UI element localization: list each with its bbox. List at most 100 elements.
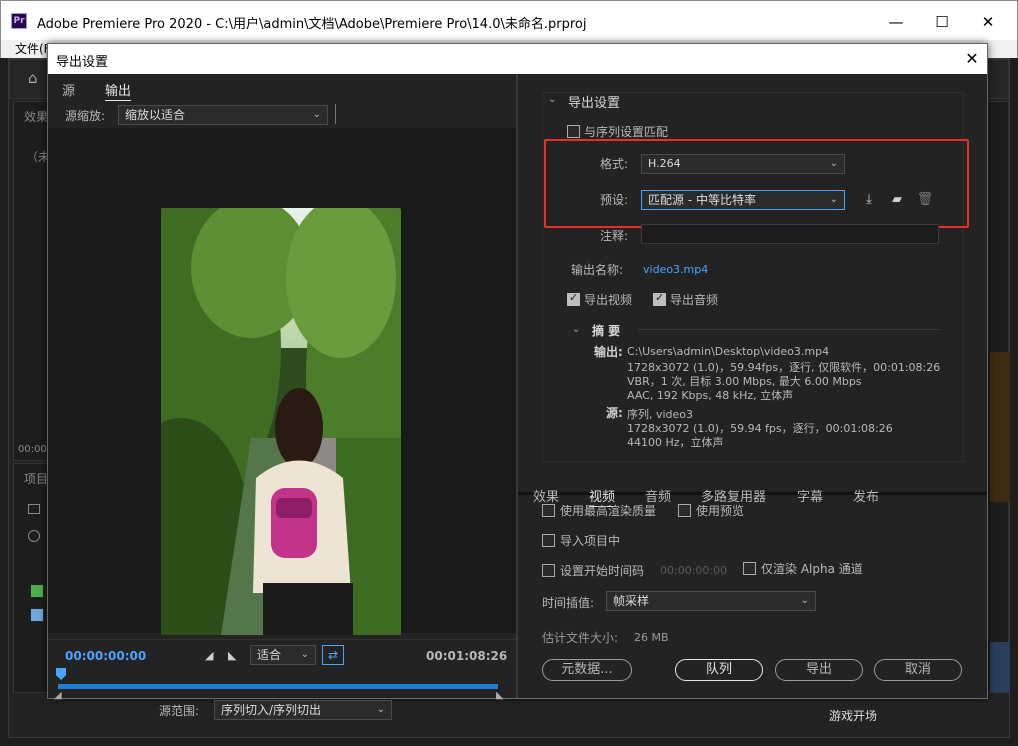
cancel-button[interactable]: 取消 xyxy=(874,659,962,681)
start-timecode-value: 00:00:00:00 xyxy=(660,564,728,577)
export-button[interactable]: 导出 xyxy=(775,659,863,681)
export-settings-dialog: 导出设置 ✕ 源 输出 源缩放: 缩放以适合 ⌄ 00:00:00:00 ◢ ◣… xyxy=(47,43,988,720)
save-preset-icon[interactable]: ⤓ xyxy=(860,191,878,209)
source-range-label: 源范围: xyxy=(159,704,200,718)
match-sequence-checkbox[interactable] xyxy=(567,125,580,138)
export-video-checkbox[interactable] xyxy=(567,291,580,306)
chevron-down-icon[interactable]: ⌄ xyxy=(572,324,580,335)
chevron-down-icon: ⌄ xyxy=(829,158,838,169)
time-interpolation-label: 时间插值: xyxy=(542,596,595,610)
import-into-project-label: 导入项目中 xyxy=(560,534,621,548)
project-panel: 项目 xyxy=(13,463,49,693)
tab-output[interactable]: 输出 xyxy=(105,80,132,101)
playhead-icon[interactable] xyxy=(56,668,66,680)
import-into-project-checkbox[interactable] xyxy=(542,534,555,547)
preset-label: 预设: xyxy=(600,193,629,207)
export-audio-label: 导出音频 xyxy=(670,293,719,307)
output-name-label: 输出名称: xyxy=(571,263,624,277)
chevron-down-icon: ⌄ xyxy=(300,649,309,660)
render-alpha-only-checkbox[interactable] xyxy=(743,562,756,575)
search-icon[interactable] xyxy=(28,530,40,542)
export-audio-checkbox[interactable] xyxy=(653,291,666,306)
import-preset-icon[interactable]: ▰ xyxy=(888,191,906,209)
preset-value: 匹配源 - 中等比特率 xyxy=(648,193,756,207)
time-interpolation-value: 帧采样 xyxy=(613,594,650,608)
bg-clip-name: 游戏开场 xyxy=(829,709,878,723)
chevron-down-icon[interactable]: ⌄ xyxy=(548,94,556,105)
tab-publish[interactable]: 发布 xyxy=(853,486,879,505)
settings-panel: ⌄ 导出设置 与序列设置匹配 格式: H.264 ⌄ 预设: 匹配源 - 中等比… xyxy=(518,74,987,698)
clip-color-green[interactable] xyxy=(30,584,44,598)
source-scale-dropdown[interactable]: 缩放以适合 ⌄ xyxy=(118,105,328,125)
match-sequence-label: 与序列设置匹配 xyxy=(584,125,669,139)
project-panel-label: 项目 xyxy=(24,472,49,486)
app-titlebar: Pr Adobe Premiere Pro 2020 - C:\用户\admin… xyxy=(0,0,1018,40)
folder-icon[interactable] xyxy=(28,504,40,514)
output-name-link[interactable]: video3.mp4 xyxy=(643,263,708,276)
comments-label: 注释: xyxy=(600,229,629,243)
set-in-point-icon[interactable]: ◢ xyxy=(205,649,213,662)
use-previews-label: 使用预览 xyxy=(696,504,745,518)
tab-effects[interactable]: 效果 xyxy=(533,486,559,505)
delete-preset-icon[interactable]: 🗑 xyxy=(916,191,934,209)
maximize-button[interactable]: ☐ xyxy=(919,9,965,35)
summary-output-label: 输出: xyxy=(594,345,623,359)
clip-color-blue[interactable] xyxy=(30,608,44,622)
source-range-value: 序列切入/序列切出 xyxy=(221,703,322,717)
export-video-label: 导出视频 xyxy=(584,293,633,307)
chevron-down-icon: ⌄ xyxy=(829,194,838,205)
in-marker-icon[interactable]: ◢ xyxy=(54,690,62,701)
max-render-quality-checkbox[interactable] xyxy=(542,504,555,517)
minimize-button[interactable]: — xyxy=(873,9,919,35)
preview-panel: 源 输出 源缩放: 缩放以适合 ⌄ 00:00:00:00 ◢ ◣ 适合 ⌄ ⇄… xyxy=(48,74,516,720)
summary-source-line: 44100 Hz，立体声 xyxy=(627,436,724,449)
dialog-title: 导出设置 xyxy=(56,55,109,70)
bg-timecode: 00:00: xyxy=(18,444,51,455)
scrub-bar[interactable] xyxy=(58,684,498,689)
estimated-size-value: 26 MB xyxy=(634,631,669,644)
premiere-logo-icon: Pr xyxy=(11,13,27,29)
format-dropdown[interactable]: H.264 ⌄ xyxy=(641,154,845,174)
set-out-point-icon[interactable]: ◣ xyxy=(228,649,236,662)
divider xyxy=(335,104,336,124)
source-scale-label: 源缩放: xyxy=(65,109,106,123)
summary-source-label: 源: xyxy=(606,406,623,420)
app-title: Adobe Premiere Pro 2020 - C:\用户\admin\文档… xyxy=(37,17,587,32)
home-icon[interactable]: ⌂ xyxy=(28,70,44,86)
queue-button[interactable]: 队列 xyxy=(675,659,763,681)
chevron-down-icon: ⌄ xyxy=(312,109,321,120)
video-preview-area xyxy=(48,128,516,635)
fit-dropdown[interactable]: 适合 ⌄ xyxy=(250,645,316,665)
source-scale-value: 缩放以适合 xyxy=(125,108,186,122)
summary-output-line: AAC, 192 Kbps, 48 kHz, 立体声 xyxy=(627,389,794,402)
set-start-timecode-label: 设置开始时间码 xyxy=(560,564,645,578)
section-title: 导出设置 xyxy=(568,96,621,111)
max-render-quality-label: 使用最高渲染质量 xyxy=(560,504,657,518)
chevron-down-icon: ⌄ xyxy=(800,595,809,606)
highlight-box xyxy=(544,139,969,228)
metadata-button[interactable]: 元数据... xyxy=(542,659,632,681)
thumbnail-strip-2 xyxy=(990,642,1010,692)
close-button[interactable]: ✕ xyxy=(965,9,1011,35)
tab-source[interactable]: 源 xyxy=(62,80,75,99)
aspect-toggle-icon[interactable]: ⇄ xyxy=(322,645,344,665)
effects-panel-label: 效果 xyxy=(24,110,49,124)
tab-captions[interactable]: 字幕 xyxy=(797,486,823,505)
effects-panel: 效果 （未 00:00: xyxy=(13,101,51,461)
time-interpolation-dropdown[interactable]: 帧采样 ⌄ xyxy=(606,591,816,611)
fit-value: 适合 xyxy=(257,648,282,662)
dialog-titlebar: 导出设置 ✕ xyxy=(48,44,987,74)
timecode-start[interactable]: 00:00:00:00 xyxy=(65,649,146,663)
divider xyxy=(48,639,516,640)
source-range-dropdown[interactable]: 序列切入/序列切出 ⌄ xyxy=(214,700,392,720)
comments-input[interactable] xyxy=(641,224,939,244)
dialog-close-button[interactable]: ✕ xyxy=(960,47,984,71)
video-preview-frame xyxy=(161,208,401,635)
set-start-timecode-checkbox[interactable] xyxy=(542,564,555,577)
summary-title: 摘 要 xyxy=(592,324,621,338)
preset-dropdown[interactable]: 匹配源 - 中等比特率 ⌄ xyxy=(641,190,845,210)
divider xyxy=(638,329,940,330)
estimated-size-label: 估计文件大小: xyxy=(542,631,619,645)
out-marker-icon[interactable]: ◣ xyxy=(496,690,504,701)
use-previews-checkbox[interactable] xyxy=(678,504,691,517)
